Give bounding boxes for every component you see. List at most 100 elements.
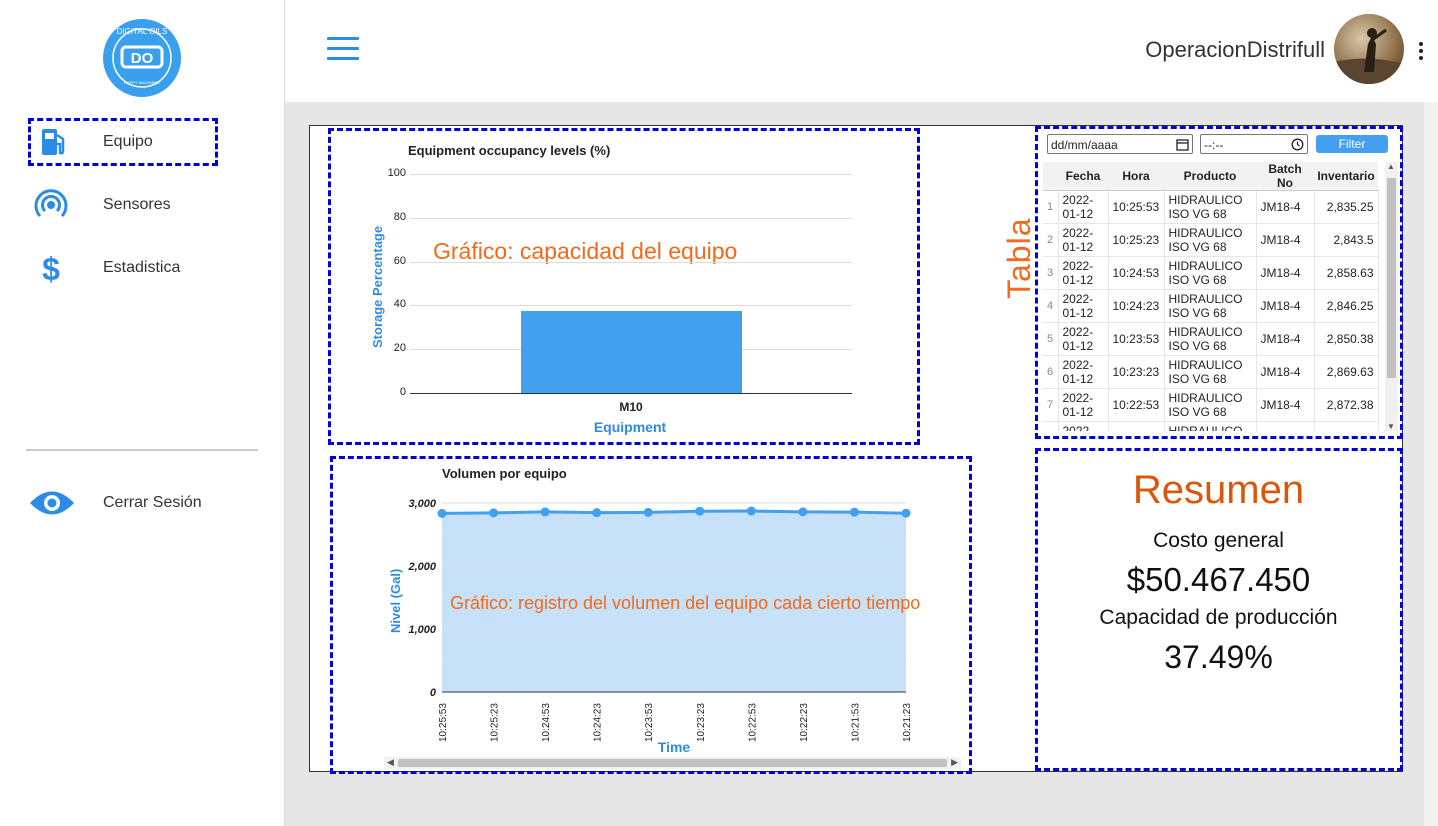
y-tick-label: 1,000 (408, 624, 436, 636)
column-header[interactable]: Inventario (1314, 162, 1378, 191)
top-bar: OperacionDistrifull (285, 0, 1438, 102)
table-cell-batch: JM18-4 (1256, 322, 1315, 356)
table-cell-n: 4 (1043, 289, 1059, 323)
bar[interactable] (520, 310, 742, 393)
data-point[interactable] (695, 506, 705, 516)
table-row[interactable]: 7 2022-01-12 10:22:53 HIDRAULICO ISO VG 68 J… (1043, 388, 1379, 422)
page-scrollbar[interactable] (1424, 102, 1438, 826)
table-cell-batch: JM18-4 (1256, 421, 1315, 431)
data-point[interactable] (746, 506, 756, 516)
table-cell-n: 3 (1043, 256, 1059, 290)
scroll-down-arrow-icon[interactable]: ▼ (1387, 422, 1395, 431)
table-cell-producto: HIDRAULICO ISO VG 68 (1164, 355, 1257, 389)
data-point[interactable] (437, 508, 447, 518)
table-cell-hora: 10:25:53 (1108, 190, 1165, 224)
filter-button[interactable]: Filter (1316, 135, 1388, 153)
x-tick-label: 10:23:53 (644, 703, 655, 742)
gridline (410, 393, 852, 394)
table-row[interactable]: 82022-01-1210:22:23HIDRAULICO ISO VG 68J… (1043, 421, 1379, 431)
sidebar-item-sensores[interactable]: Sensores (28, 181, 218, 229)
scrollbar-thumb[interactable] (1387, 178, 1396, 378)
sidebar-item-label: Sensores (103, 196, 171, 213)
volume-horizontal-scrollbar[interactable]: ◀ ▶ (384, 757, 961, 769)
sidebar-item-estadistica[interactable]: $ Estadistica (28, 244, 218, 292)
table-cell-fecha: 2022-01-12 (1058, 256, 1109, 290)
scrollbar-thumb[interactable] (398, 759, 947, 767)
time-filter-input[interactable]: --:-- (1200, 134, 1308, 154)
table-cell-inv: 2,872.38 (1314, 388, 1379, 422)
x-tick-label: 10:21:23 (902, 703, 913, 742)
svg-text:DIGITAL OILS: DIGITAL OILS (117, 27, 168, 36)
table-cell-n: 7 (1043, 388, 1059, 422)
table-cell-hora: 10:25:23 (1108, 223, 1165, 257)
data-point[interactable] (643, 507, 653, 517)
sidebar-item-logout[interactable]: Cerrar Sesión (28, 479, 218, 527)
data-point[interactable] (540, 507, 550, 517)
table-cell-producto: HIDRAULICO ISO VG 68 (1164, 421, 1257, 431)
dollar-icon: $ (34, 251, 68, 285)
data-point[interactable] (592, 508, 602, 518)
table-cell-producto: HIDRAULICO ISO VG 68 (1164, 322, 1257, 356)
sidebar: DO DIGITAL OILS HAPPY MACHINES Equipo Se… (0, 0, 285, 826)
table-header-row: Fecha Hora Producto Batch No Inventario (1043, 162, 1378, 191)
scroll-right-arrow-icon[interactable]: ▶ (951, 757, 958, 768)
data-table-container: Fecha Hora Producto Batch No Inventario … (1043, 162, 1385, 431)
table-cell-inv: 2,843.5 (1314, 223, 1379, 257)
sidebar-item-label: Estadistica (103, 259, 181, 276)
y-tick-label: 0 (399, 386, 406, 398)
column-header[interactable]: Producto (1164, 162, 1256, 191)
fuel-pump-icon (37, 125, 71, 159)
y-tick-label: 2,000 (407, 561, 436, 573)
scroll-up-arrow-icon[interactable]: ▲ (1387, 162, 1395, 171)
y-tick-label: 80 (393, 210, 406, 223)
table-row[interactable]: 3 2022-01-12 10:24:53 HIDRAULICO ISO VG 68 J… (1043, 256, 1379, 290)
date-filter-input[interactable]: dd/mm/aaaa (1047, 134, 1193, 154)
table-cell-fecha: 2022-01-12 (1058, 223, 1109, 257)
more-options-icon[interactable] (1417, 42, 1425, 60)
table-cell-producto: HIDRAULICO ISO VG 68 (1164, 289, 1257, 323)
table-cell-fecha: 2022-01-12 (1058, 322, 1109, 356)
occupancy-x-axis-title: Equipment (593, 419, 667, 435)
data-point[interactable] (901, 508, 911, 518)
column-header[interactable]: Hora (1108, 162, 1164, 191)
table-cell-hora: 10:23:23 (1108, 355, 1165, 389)
table-cell-n: 5 (1043, 322, 1059, 356)
table-cell-producto: HIDRAULICO ISO VG 68 (1164, 256, 1257, 290)
occupancy-y-axis-title: Storage Percentage (370, 225, 385, 348)
eye-icon (28, 486, 76, 520)
table-cell-n: 2 (1043, 223, 1059, 257)
avatar[interactable] (1334, 14, 1404, 84)
table-row[interactable]: 1 2022-01-12 10:25:53 HIDRAULICO ISO VG 68 J… (1043, 190, 1379, 224)
data-point[interactable] (489, 508, 499, 518)
table-cell-inv: 2,850.38 (1314, 322, 1379, 356)
table-scrollbar[interactable]: ▲ ▼ (1385, 162, 1398, 431)
sidebar-item-label: Cerrar Sesión (103, 494, 202, 511)
table-row[interactable]: 4 2022-01-12 10:24:23 HIDRAULICO ISO VG 68 J… (1043, 289, 1379, 323)
table-cell-batch: JM18-4 (1256, 256, 1315, 290)
table-row[interactable]: 5 2022-01-12 10:23:53 HIDRAULICO ISO VG 68 J… (1043, 322, 1379, 356)
table-row[interactable]: 2 2022-01-12 10:25:23 HIDRAULICO ISO VG 68 J… (1043, 223, 1379, 257)
table-cell-inv: 2,858.63 (1314, 256, 1379, 290)
gridline (410, 261, 852, 263)
sidebar-divider (26, 449, 258, 451)
volume-chart-plot: 0 1,000 2,000 3,000 10:25:53 10:25:23 10:24:53… (407, 498, 913, 742)
table-cell-batch: JM18-4 (1256, 388, 1315, 422)
table-cell-inv: 2,835.25 (1314, 190, 1379, 224)
scroll-left-arrow-icon[interactable]: ◀ (387, 757, 394, 768)
column-header[interactable]: Batch No (1256, 162, 1314, 191)
clock-icon[interactable] (1291, 138, 1304, 151)
menu-icon[interactable] (327, 37, 359, 63)
table-cell-batch: JM18-4 (1256, 223, 1315, 257)
data-point[interactable] (798, 507, 808, 517)
digital-oils-logo: DO DIGITAL OILS HAPPY MACHINES (103, 19, 181, 97)
table-cell-hora: 10:22:23 (1108, 421, 1165, 431)
data-point[interactable] (849, 507, 859, 517)
table-row[interactable]: 6 2022-01-12 10:23:23 HIDRAULICO ISO VG 68 J… (1043, 355, 1379, 389)
table-cell-batch: JM18-4 (1256, 190, 1315, 224)
sidebar-item-equipo[interactable]: Equipo (28, 118, 218, 166)
calendar-icon[interactable] (1176, 138, 1189, 151)
column-header[interactable]: Fecha (1058, 162, 1108, 191)
y-tick-label: 0 (430, 687, 437, 699)
volume-x-axis-title: Time (657, 739, 691, 755)
x-tick-label: 10:22:23 (799, 703, 810, 742)
